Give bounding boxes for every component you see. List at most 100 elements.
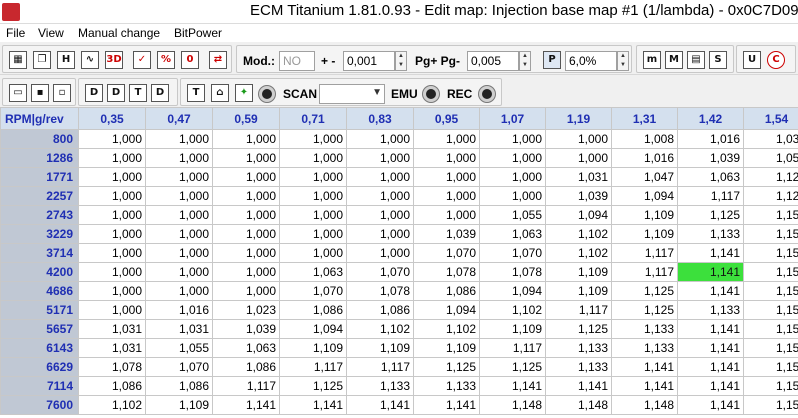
map-cell[interactable]: 1,000 [145,262,213,282]
menu-manual-change[interactable]: Manual change [78,26,160,40]
map-cell[interactable]: 1,031 [545,167,612,187]
map-cell[interactable]: 1,000 [279,205,347,225]
map-cell[interactable]: 1,078 [479,262,546,282]
percent-field[interactable] [565,51,617,71]
map-cell[interactable]: 1,039 [677,148,744,168]
map-cell[interactable]: 1,150 [743,376,798,396]
map-cell[interactable]: 1,117 [279,357,347,377]
map-cell[interactable]: 1,008 [611,129,678,149]
map-cell[interactable]: 1,000 [145,205,213,225]
map-cell[interactable]: 1,000 [279,186,347,206]
map-cell[interactable]: 1,150 [743,319,798,339]
map-cell[interactable]: 1,109 [545,262,612,282]
map-cell[interactable]: 1,000 [78,281,146,301]
map-cell[interactable]: 1,117 [545,300,612,320]
M-button[interactable]: M [665,51,683,69]
map-cell[interactable]: 1,094 [279,319,347,339]
map-cell[interactable]: 1,117 [611,262,678,282]
map-cell[interactable]: 1,031 [78,338,146,358]
map-cell[interactable]: 1,000 [212,224,280,244]
map-cell[interactable]: 1,000 [212,262,280,282]
map-cell[interactable]: 1,000 [279,129,347,149]
map-cell[interactable]: 1,125 [611,281,678,301]
scan-combo[interactable]: ▼ [319,84,385,104]
menu-file[interactable]: File [6,26,25,40]
graph-2d-icon[interactable]: ∿ [81,51,99,69]
column-header[interactable]: 1,31 [611,107,678,130]
map-cell[interactable]: 1,023 [212,300,280,320]
map-cell[interactable]: 1,000 [479,167,546,187]
row-header[interactable]: 7114 [0,376,79,396]
map-cell[interactable]: 1,141 [346,395,414,415]
map-cell[interactable]: 1,141 [677,262,744,282]
map-cell[interactable]: 1,070 [145,357,213,377]
map-cell[interactable]: 1,102 [545,243,612,263]
map-cell[interactable]: 1,055 [743,148,798,168]
map-cell[interactable]: 1,078 [346,281,414,301]
row-header[interactable]: 800 [0,129,79,149]
row-header[interactable]: 6629 [0,357,79,377]
map-cell[interactable]: 1,086 [346,300,414,320]
map-cell[interactable]: 1,047 [611,167,678,187]
map-cell[interactable]: 1,000 [212,205,280,225]
map-cell[interactable]: 1,000 [545,129,612,149]
row-header[interactable]: 6143 [0,338,79,358]
map-cell[interactable]: 1,031 [78,319,146,339]
map-cell[interactable]: 1,141 [212,395,280,415]
map-cell[interactable]: 1,133 [677,300,744,320]
menu-bitpower[interactable]: BitPower [174,26,222,40]
map-cell[interactable]: 1,133 [611,319,678,339]
map-cell[interactable]: 1,141 [413,395,480,415]
map-cell[interactable]: 1,000 [145,281,213,301]
map-cell[interactable]: 1,141 [611,376,678,396]
map-cell[interactable]: 1,086 [145,376,213,396]
map-cell[interactable]: 1,000 [413,129,480,149]
map-cell[interactable]: 1,133 [346,376,414,396]
map-cell[interactable]: 1,133 [545,338,612,358]
map-cell[interactable]: 1,141 [677,357,744,377]
map-cell[interactable]: 1,078 [78,357,146,377]
table-icon[interactable]: ▤ [687,51,705,69]
map-cell[interactable]: 1,000 [78,262,146,282]
map-cell[interactable]: 1,070 [479,243,546,263]
column-header[interactable]: 0,95 [413,107,480,130]
map-cell[interactable]: 1,125 [413,357,480,377]
map-cell[interactable]: 1,055 [145,338,213,358]
save-icon[interactable]: ▪ [31,84,49,102]
map-cell[interactable]: 1,000 [145,243,213,263]
map-cell[interactable]: 1,000 [212,281,280,301]
map-cell[interactable]: 1,141 [677,376,744,396]
map-cell[interactable]: 1,000 [78,224,146,244]
row-header[interactable]: 2257 [0,186,79,206]
U-button[interactable]: U [743,51,761,69]
map-cell[interactable]: 1,039 [545,186,612,206]
map-cell[interactable]: 1,133 [545,357,612,377]
map-cell[interactable]: 1,150 [743,224,798,244]
map-cell[interactable]: 1,094 [545,205,612,225]
map-cell[interactable]: 1,086 [413,281,480,301]
map-cell[interactable]: 1,000 [78,148,146,168]
map-cell[interactable]: 1,141 [479,376,546,396]
map-cell[interactable]: 1,141 [677,338,744,358]
map-cell[interactable]: 1,150 [743,243,798,263]
map-cell[interactable]: 1,141 [677,281,744,301]
map-cell[interactable]: 1,000 [346,243,414,263]
map-cell[interactable]: 1,000 [78,243,146,263]
map-cell[interactable]: 1,000 [78,300,146,320]
column-header[interactable]: 0,83 [346,107,414,130]
map-cell[interactable]: 1,133 [611,338,678,358]
map-cell[interactable]: 1,117 [479,338,546,358]
open-folder-icon[interactable]: ▭ [9,84,27,102]
open-map-icon[interactable]: ▦ [9,51,27,69]
map-cell[interactable]: 1,117 [677,186,744,206]
map-cell[interactable]: 1,039 [413,224,480,244]
map-cell[interactable]: 1,000 [279,167,347,187]
map-cell[interactable]: 1,000 [212,243,280,263]
map-cell[interactable]: 1,086 [279,300,347,320]
map-cell[interactable]: 1,102 [413,319,480,339]
map-cell[interactable]: 1,078 [413,262,480,282]
map-cell[interactable]: 1,150 [743,205,798,225]
C-button[interactable]: C [767,51,785,69]
row-header[interactable]: 1286 [0,148,79,168]
map-cell[interactable]: 1,125 [743,186,798,206]
